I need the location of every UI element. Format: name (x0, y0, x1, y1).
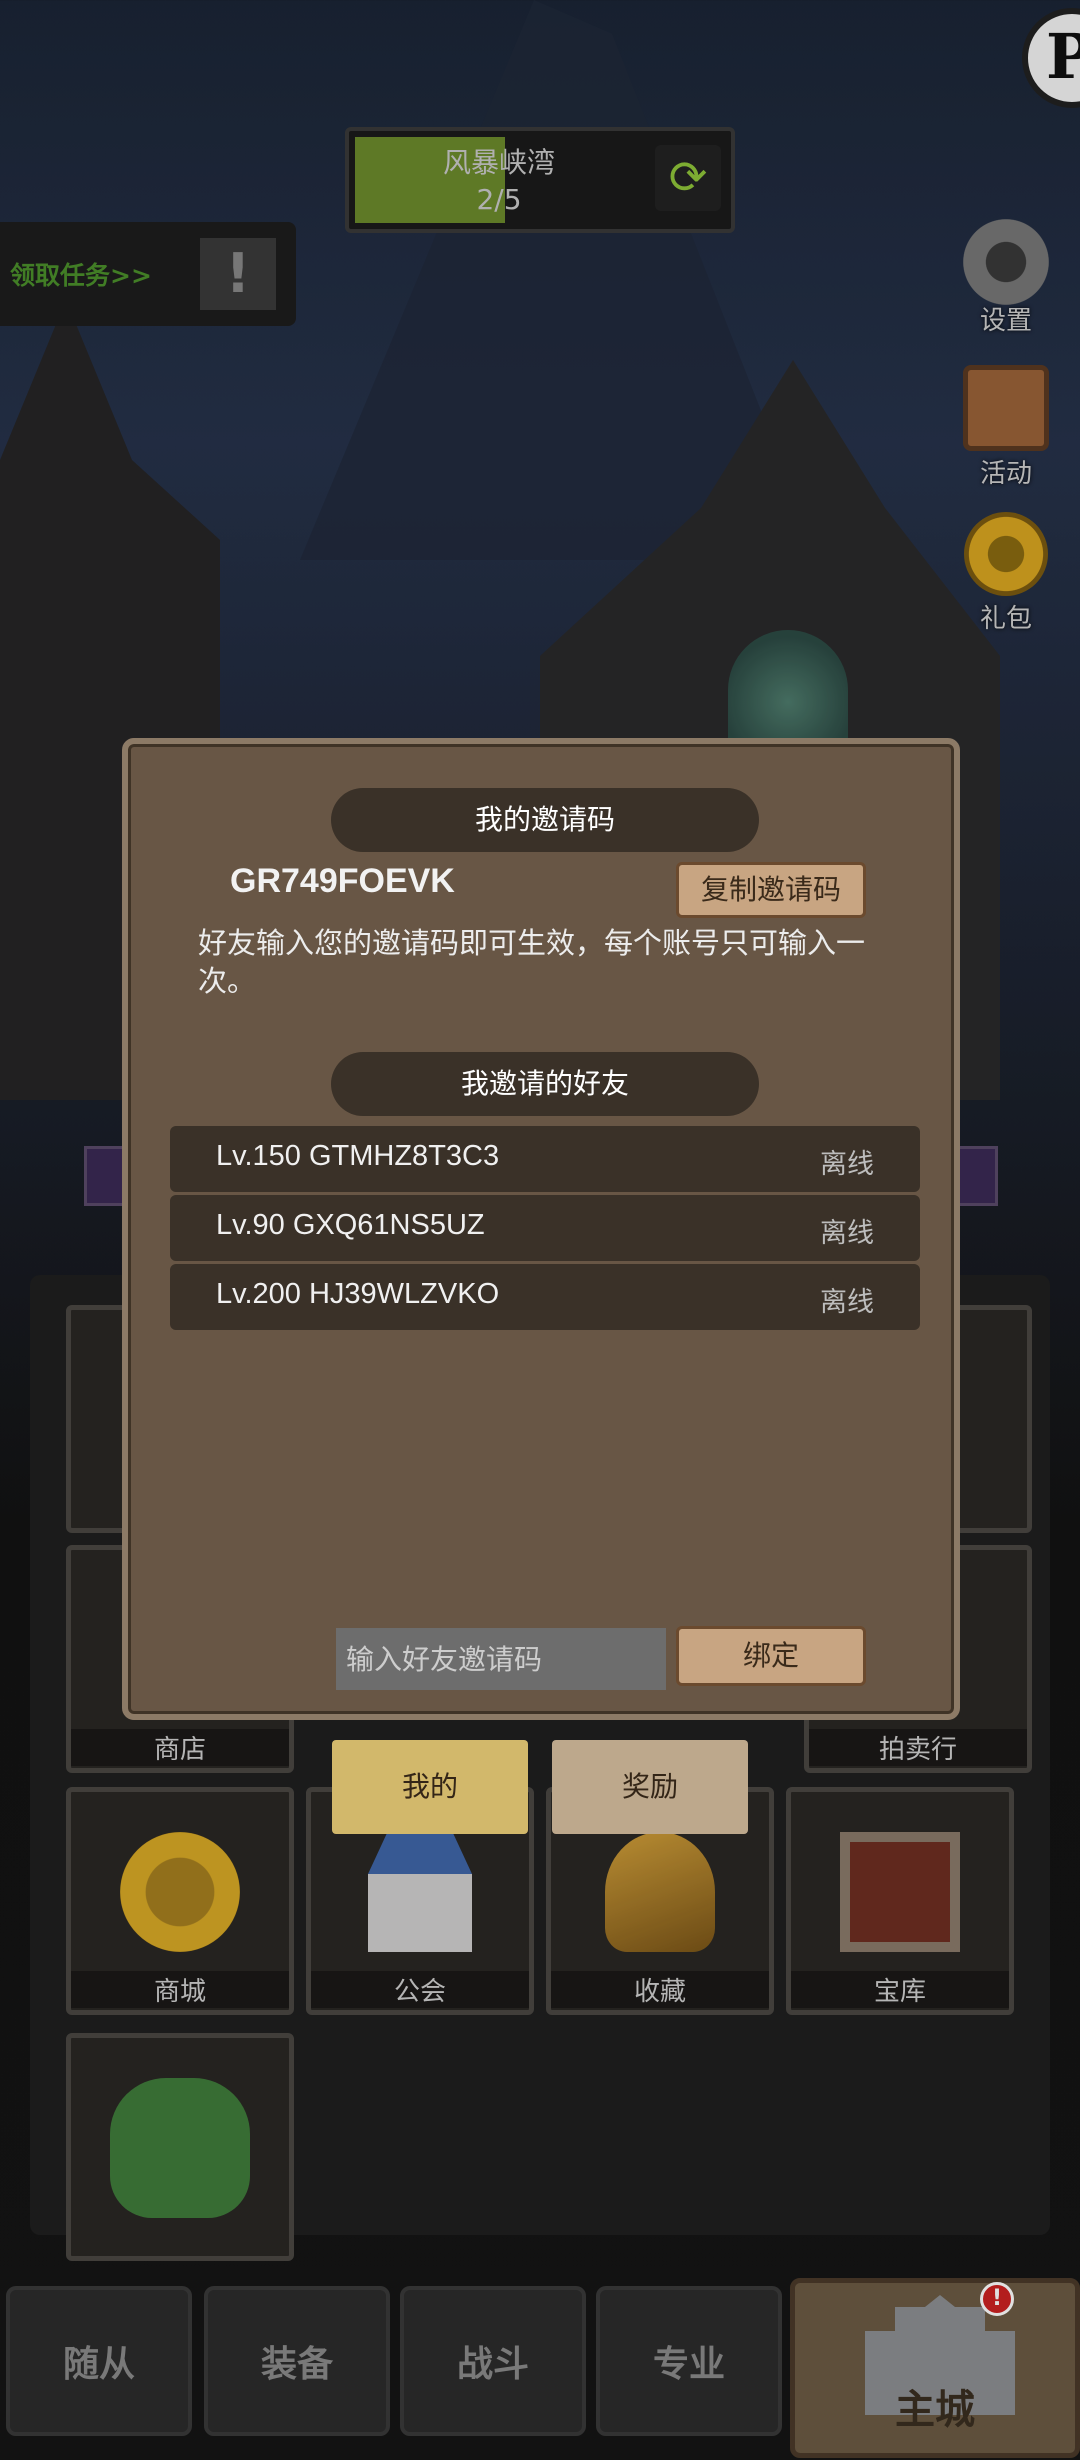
invite-note: 好友输入您的邀请码即可生效，每个账号只可输入一次。 (198, 926, 866, 998)
friend-status: 离线 (820, 1218, 874, 1249)
friend-name: Lv.200 HJ39WLZVKO (216, 1278, 500, 1310)
invite-code-value: GR749FOEVK (230, 862, 455, 900)
friend-name: Lv.90 GXQ61NS5UZ (216, 1209, 485, 1241)
friend-status: 离线 (820, 1149, 874, 1180)
bind-button[interactable]: 绑定 (676, 1626, 866, 1686)
invite-modal: 我的邀请码 GR749FOEVK 复制邀请码 好友输入您的邀请码即可生效，每个账… (122, 738, 960, 1720)
my-invite-code-header: 我的邀请码 (331, 788, 759, 852)
friend-row[interactable]: Lv.90 GXQ61NS5UZ 离线 (170, 1195, 920, 1261)
friend-invite-code-input[interactable] (336, 1628, 666, 1690)
friend-name: Lv.150 GTMHZ8T3C3 (216, 1140, 500, 1172)
friend-row[interactable]: Lv.150 GTMHZ8T3C3 离线 (170, 1126, 920, 1192)
copy-invite-code-button[interactable]: 复制邀请码 (676, 862, 866, 918)
invited-friends-header: 我邀请的好友 (331, 1052, 759, 1116)
friend-row[interactable]: Lv.200 HJ39WLZVKO 离线 (170, 1264, 920, 1330)
friend-status: 离线 (820, 1287, 874, 1318)
